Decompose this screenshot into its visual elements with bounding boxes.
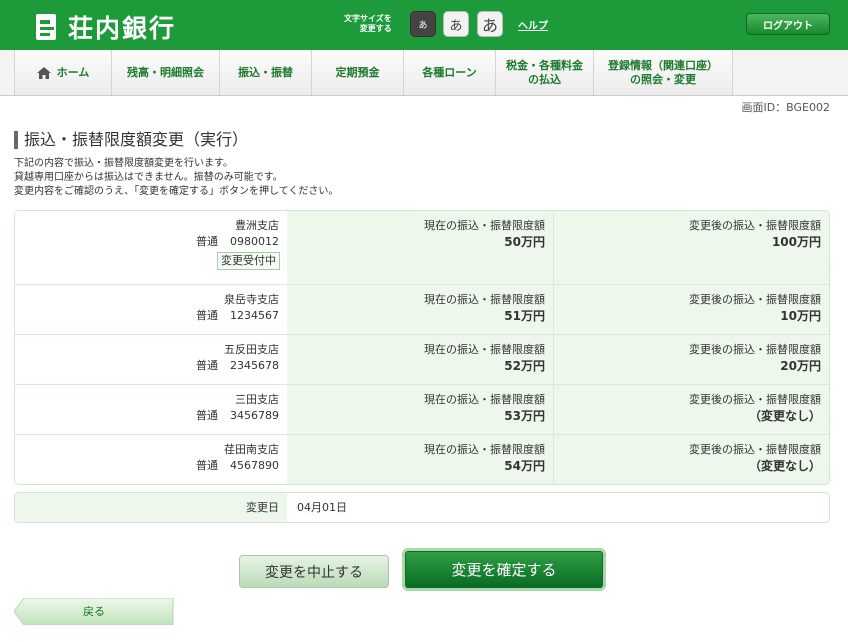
- fontsize-medium-button[interactable]: あ: [443, 11, 469, 37]
- change-date-value: 04月01日: [287, 493, 829, 522]
- change-date-row: 変更日 04月01日: [14, 492, 830, 523]
- nav-item-transfer[interactable]: 振込・振替: [219, 50, 311, 95]
- cancel-change-button[interactable]: 変更を中止する: [239, 555, 389, 588]
- new-limit-cell: 変更後の振込・振替限度額 20万円: [554, 335, 829, 384]
- account-cell: 荏田南支店 普通 4567890: [15, 435, 287, 484]
- logout-button[interactable]: ログアウト: [746, 13, 830, 35]
- nav-item-registration[interactable]: 登録情報（関連口座） の照会・変更: [593, 50, 733, 95]
- confirm-change-button[interactable]: 変更を確定する: [402, 548, 606, 591]
- current-limit-cell: 現在の振込・振替限度額 54万円: [287, 435, 554, 484]
- back-button-label: 戻る: [83, 605, 105, 618]
- table-row: 泉岳寺支店 普通 1234567 現在の振込・振替限度額 51万円 変更後の振込・…: [15, 284, 829, 334]
- nav-item-time-deposit[interactable]: 定期預金: [311, 50, 403, 95]
- page-title: 振込・振替限度額変更（実行）: [14, 131, 248, 149]
- current-limit-cell: 現在の振込・振替限度額 53万円: [287, 385, 554, 434]
- main-nav: ホーム 残高・明細照会 振込・振替 定期預金 各種ローン 税金・各種料金 の払込…: [0, 50, 848, 96]
- account-cell: 三田支店 普通 3456789: [15, 385, 287, 434]
- table-row: 三田支店 普通 3456789 現在の振込・振替限度額 53万円 変更後の振込・振…: [15, 384, 829, 434]
- table-row: 豊洲支店 普通 0980012 変更受付中 現在の振込・振替限度額 50万円 変更…: [15, 211, 829, 284]
- nav-item-home[interactable]: ホーム: [14, 50, 111, 95]
- header-bar: 荘内銀行 文字サイズを 変更する あ あ あ ヘルプ ログアウト: [0, 0, 848, 50]
- page-description: 下記の内容で振込・振替限度額変更を行います。 貸越専用口座からは振込はできません…: [14, 158, 339, 197]
- account-cell: 五反田支店 普通 2345678: [15, 335, 287, 384]
- bank-name: 荘内銀行: [68, 14, 177, 43]
- change-date-label: 変更日: [15, 493, 287, 522]
- home-icon: [36, 66, 51, 79]
- limits-table: 豊洲支店 普通 0980012 変更受付中 現在の振込・振替限度額 50万円 変更…: [14, 210, 830, 485]
- fontsize-label: 文字サイズを 変更する: [344, 14, 392, 33]
- account-cell: 泉岳寺支店 普通 1234567: [15, 285, 287, 334]
- new-limit-cell: 変更後の振込・振替限度額 （変更なし）: [554, 385, 829, 434]
- current-limit-cell: 現在の振込・振替限度額 52万円: [287, 335, 554, 384]
- nav-item-tax-payment[interactable]: 税金・各種料金 の払込: [495, 50, 593, 95]
- nav-item-loans[interactable]: 各種ローン: [403, 50, 495, 95]
- new-limit-cell: 変更後の振込・振替限度額 （変更なし）: [554, 435, 829, 484]
- back-button[interactable]: 戻る: [14, 598, 174, 625]
- screen-id: 画面ID：BGE002: [741, 101, 830, 114]
- table-row: 五反田支店 普通 2345678 現在の振込・振替限度額 52万円 変更後の振込・…: [15, 334, 829, 384]
- nav-item-balance[interactable]: 残高・明細照会: [111, 50, 219, 95]
- current-limit-cell: 現在の振込・振替限度額 51万円: [287, 285, 554, 334]
- bank-logo[interactable]: 荘内銀行: [34, 9, 176, 45]
- new-limit-cell: 変更後の振込・振替限度額 10万円: [554, 285, 829, 334]
- current-limit-cell: 現在の振込・振替限度額 50万円: [287, 211, 554, 284]
- table-row: 荏田南支店 普通 4567890 現在の振込・振替限度額 54万円 変更後の振込・…: [15, 434, 829, 484]
- fontsize-large-button[interactable]: あ: [477, 11, 503, 37]
- fontsize-small-button[interactable]: あ: [410, 11, 436, 37]
- bank-logo-icon: [36, 14, 56, 40]
- help-link[interactable]: ヘルプ: [518, 17, 548, 32]
- account-cell: 豊洲支店 普通 0980012 変更受付中: [15, 211, 287, 284]
- new-limit-cell: 変更後の振込・振替限度額 100万円: [554, 211, 829, 284]
- status-badge: 変更受付中: [217, 252, 280, 270]
